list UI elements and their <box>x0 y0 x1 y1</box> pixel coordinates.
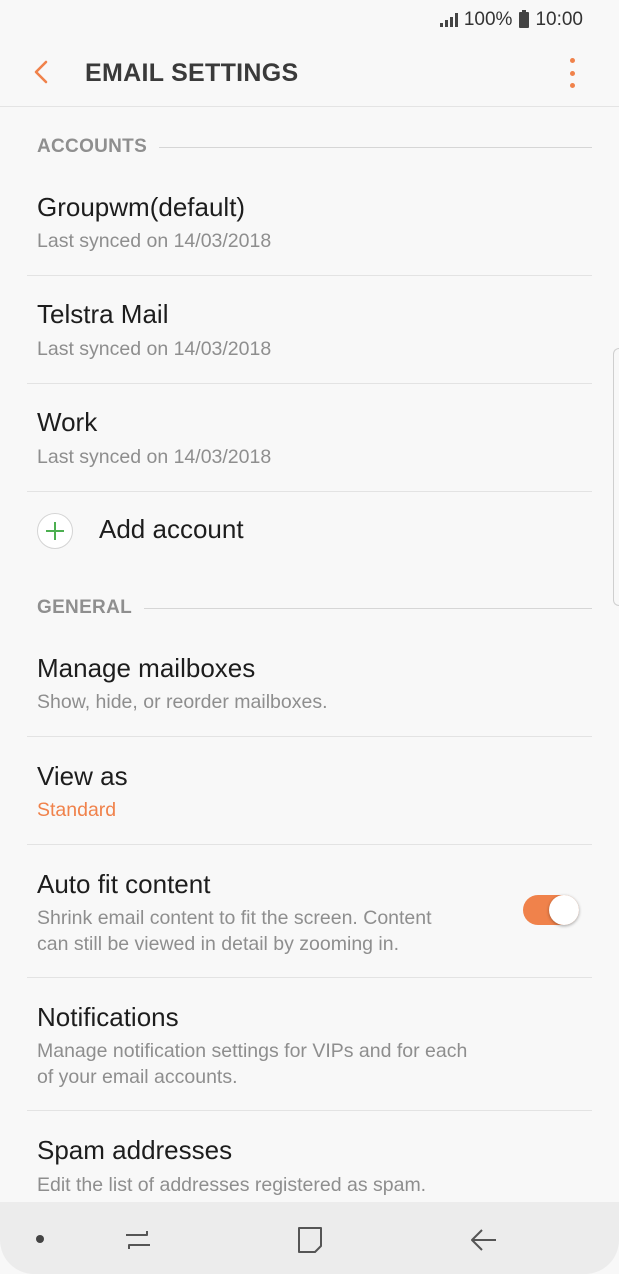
item-subtitle-line2: can still be viewed in detail by zooming… <box>37 933 400 955</box>
battery-percent: 100% <box>463 9 513 30</box>
section-label: ACCOUNTS <box>37 136 148 157</box>
account-sync-status: Last synced on 14/03/2018 <box>37 338 272 360</box>
notifications-item[interactable]: Notifications Manage notification settin… <box>27 978 592 1111</box>
item-subtitle: Show, hide, or reorder mailboxes. <box>37 691 328 713</box>
add-account-label: Add account <box>99 514 244 544</box>
section-divider <box>159 146 592 148</box>
plus-circle-icon <box>37 513 73 549</box>
back-arrow-icon <box>34 60 48 84</box>
navigation-bar <box>0 1202 619 1274</box>
item-title: Auto fit content <box>37 869 211 899</box>
account-item-telstra[interactable]: Telstra Mail Last synced on 14/03/2018 <box>27 276 592 384</box>
section-label: GENERAL <box>37 597 132 618</box>
account-item-groupwm[interactable]: Groupwm(default) Last synced on 14/03/20… <box>27 169 592 276</box>
manage-mailboxes-item[interactable]: Manage mailboxes Show, hide, or reorder … <box>27 629 592 737</box>
nav-back-icon <box>471 1229 496 1251</box>
section-header-accounts: ACCOUNTS <box>37 135 592 159</box>
section-divider <box>144 607 592 609</box>
phone-screen: 100% 10:00 EMAIL SETTINGS ACCOUNTS Group… <box>0 0 619 1274</box>
back-button[interactable] <box>26 52 58 92</box>
spam-addresses-item[interactable]: Spam addresses Edit the list of addresse… <box>27 1111 592 1211</box>
home-button[interactable] <box>290 1220 330 1260</box>
toggle-knob <box>549 895 579 925</box>
account-sync-status: Last synced on 14/03/2018 <box>37 446 272 468</box>
item-title: View as <box>37 761 128 791</box>
page-title: EMAIL SETTINGS <box>85 59 299 87</box>
account-name: Telstra Mail <box>37 299 169 329</box>
battery-icon <box>519 10 530 28</box>
signal-icon <box>439 13 458 27</box>
view-as-item[interactable]: View as Standard <box>27 737 592 845</box>
section-header-general: GENERAL <box>37 596 592 620</box>
item-subtitle-line1: Shrink email content to fit the screen. … <box>37 907 432 929</box>
nav-dot-icon <box>36 1235 44 1243</box>
recents-icon <box>126 1231 150 1249</box>
auto-fit-toggle[interactable] <box>523 895 579 925</box>
auto-fit-content-item[interactable]: Auto fit content Shrink email content to… <box>27 845 592 978</box>
nav-back-button[interactable] <box>464 1220 504 1260</box>
clock: 10:00 <box>535 9 583 30</box>
status-bar: 100% 10:00 <box>0 0 619 40</box>
more-vert-icon <box>569 58 575 63</box>
app-bar: EMAIL SETTINGS <box>0 40 619 107</box>
item-subtitle: Edit the list of addresses registered as… <box>37 1174 427 1196</box>
add-account-button[interactable]: Add account <box>27 492 592 572</box>
home-icon <box>298 1227 322 1253</box>
scrollbar[interactable] <box>613 348 619 606</box>
item-subtitle-line2: of your email accounts. <box>37 1066 238 1088</box>
item-title: Notifications <box>37 1002 179 1032</box>
item-title: Spam addresses <box>37 1135 233 1165</box>
more-options-button[interactable] <box>561 58 583 88</box>
account-sync-status: Last synced on 14/03/2018 <box>37 230 272 252</box>
item-title: Manage mailboxes <box>37 653 256 683</box>
account-name: Groupwm(default) <box>37 192 246 222</box>
account-name: Work <box>37 407 98 437</box>
recents-button[interactable] <box>118 1220 158 1260</box>
item-subtitle-line1: Manage notification settings for VIPs an… <box>37 1040 468 1062</box>
view-as-value: Standard <box>37 799 117 821</box>
account-item-work[interactable]: Work Last synced on 14/03/2018 <box>27 384 592 492</box>
